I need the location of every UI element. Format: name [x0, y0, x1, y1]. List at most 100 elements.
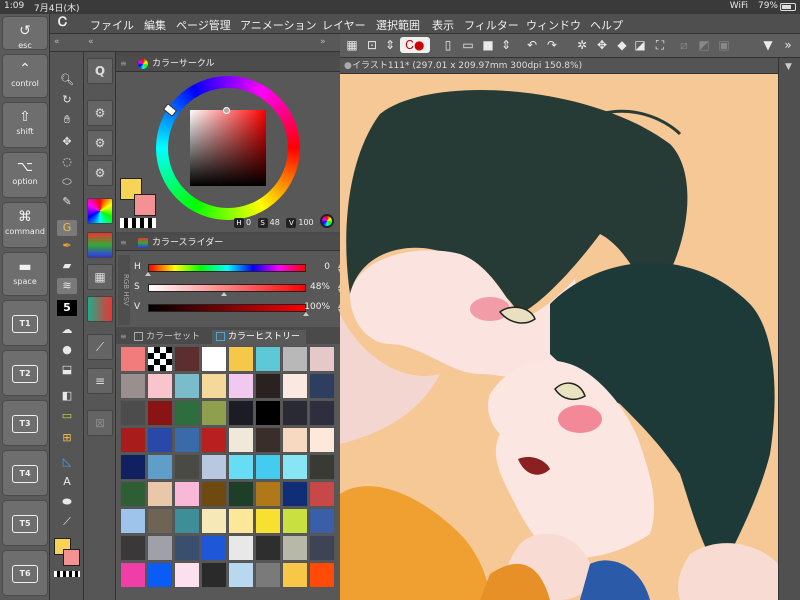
- eraser-tool-icon[interactable]: ▰: [57, 258, 77, 274]
- color-slider-tab-icon[interactable]: [87, 232, 113, 258]
- history-swatch[interactable]: [201, 481, 227, 507]
- history-swatch[interactable]: [282, 373, 308, 399]
- history-swatch[interactable]: [174, 454, 200, 480]
- gradient-tool-icon[interactable]: ◧: [57, 388, 77, 404]
- tab-color-history[interactable]: カラーヒストリー: [212, 330, 307, 344]
- deselect-icon[interactable]: ⧄: [676, 37, 692, 53]
- collapse-left-icon-2[interactable]: «: [88, 37, 94, 47]
- zoom-tool-icon[interactable]: 🔍︎: [57, 72, 77, 88]
- edge-key-t3[interactable]: T3: [2, 400, 48, 446]
- menu-item-8[interactable]: ウィンドウ: [526, 17, 581, 33]
- history-swatch[interactable]: [228, 346, 254, 372]
- history-swatch[interactable]: [255, 481, 281, 507]
- history-swatch[interactable]: [282, 346, 308, 372]
- brush-size-icon[interactable]: ⚙: [87, 160, 113, 186]
- eyedropper-tool-icon[interactable]: ✎: [57, 194, 77, 210]
- clip-logo-button[interactable]: Ꮯ●: [400, 37, 430, 53]
- history-swatch[interactable]: [147, 508, 173, 534]
- slider-thumb[interactable]: [303, 312, 309, 316]
- redo-icon[interactable]: ↷: [544, 37, 560, 53]
- history-swatch[interactable]: [174, 562, 200, 588]
- history-swatch[interactable]: [228, 454, 254, 480]
- hue-ring[interactable]: [156, 76, 300, 220]
- document-tab[interactable]: ● イラスト111* (297.01 x 209.97mm 300dpi 150…: [340, 58, 778, 74]
- hue-cursor[interactable]: [162, 103, 178, 117]
- color-set-tab-icon[interactable]: ▦: [87, 264, 113, 290]
- panel-menu-icon[interactable]: ≡: [120, 56, 127, 72]
- color-circle-title[interactable]: カラーサークル: [152, 56, 215, 72]
- subtool-detail-icon[interactable]: ⚙: [87, 130, 113, 156]
- history-swatch[interactable]: [228, 562, 254, 588]
- slider-track[interactable]: [148, 284, 306, 292]
- material-tab-icon[interactable]: ⊠: [87, 410, 113, 436]
- panel-expand-icon[interactable]: ▼: [785, 62, 792, 72]
- layer-tab-icon[interactable]: ≡: [87, 368, 113, 394]
- circle-sub-color-swatch[interactable]: [134, 194, 156, 216]
- menu-item-7[interactable]: フィルター: [464, 17, 519, 33]
- history-swatch[interactable]: [309, 346, 335, 372]
- history-swatch[interactable]: [120, 454, 146, 480]
- history-swatch[interactable]: [174, 535, 200, 561]
- save-icon[interactable]: ■: [480, 37, 496, 53]
- history-panel-menu-icon[interactable]: ≡: [120, 330, 127, 344]
- slider-s[interactable]: S48%▲▼: [134, 281, 344, 296]
- collapse-right-icon[interactable]: »: [320, 37, 326, 47]
- zoom-spinner-icon[interactable]: ⇕: [382, 37, 398, 53]
- edge-key-command[interactable]: ⌘ command: [2, 202, 48, 248]
- figure-tool-icon[interactable]: ▭: [57, 408, 77, 424]
- history-swatch[interactable]: [201, 508, 227, 534]
- history-swatch[interactable]: [309, 535, 335, 561]
- slider-track[interactable]: [148, 304, 306, 312]
- menu-item-6[interactable]: 表示: [432, 17, 454, 33]
- grid-icon[interactable]: ▦: [344, 37, 360, 53]
- rotate-tool-icon[interactable]: ↻: [57, 92, 77, 108]
- slider-panel-menu-icon[interactable]: ≡: [120, 235, 127, 251]
- history-swatch[interactable]: [174, 427, 200, 453]
- layer-property-icon[interactable]: ⚙: [87, 100, 113, 126]
- history-swatch[interactable]: [228, 535, 254, 561]
- history-swatch[interactable]: [201, 535, 227, 561]
- history-swatch[interactable]: [255, 508, 281, 534]
- edge-key-t4[interactable]: T4: [2, 450, 48, 496]
- sub-color-swatch[interactable]: [63, 549, 80, 566]
- frame-tool-icon[interactable]: ⊞: [57, 430, 77, 446]
- history-swatch[interactable]: [120, 427, 146, 453]
- transparent-color-swatch[interactable]: [54, 571, 80, 577]
- edge-key-t5[interactable]: T5: [2, 500, 48, 546]
- history-swatch[interactable]: [228, 427, 254, 453]
- history-swatch[interactable]: [201, 346, 227, 372]
- select-tool-icon[interactable]: ◌: [57, 154, 77, 170]
- history-swatch[interactable]: [147, 427, 173, 453]
- history-swatch[interactable]: [228, 481, 254, 507]
- edge-key-option[interactable]: ⌥ option: [2, 152, 48, 198]
- history-swatch[interactable]: [174, 373, 200, 399]
- edge-key-t1[interactable]: T1: [2, 300, 48, 346]
- history-swatch[interactable]: [174, 481, 200, 507]
- slider-track[interactable]: [148, 264, 306, 272]
- menu-item-9[interactable]: ヘルプ: [590, 17, 623, 33]
- fit-screen-icon[interactable]: ⊡: [364, 37, 380, 53]
- history-swatch[interactable]: [120, 400, 146, 426]
- history-swatch[interactable]: [309, 562, 335, 588]
- fill-icon[interactable]: ◪: [632, 37, 648, 53]
- saturation-value-square[interactable]: [190, 107, 266, 186]
- slider-h[interactable]: H0▲▼: [134, 261, 344, 276]
- history-swatch[interactable]: [282, 508, 308, 534]
- history-swatch[interactable]: [201, 454, 227, 480]
- history-swatch[interactable]: [120, 373, 146, 399]
- settings-sparkle-icon[interactable]: ✲: [574, 37, 590, 53]
- ruler-tool-icon[interactable]: ◺: [57, 454, 77, 470]
- color-slider-title[interactable]: カラースライダー: [152, 235, 223, 251]
- edge-key-shift[interactable]: ⇧ shift: [2, 102, 48, 148]
- pen-tool-icon[interactable]: G: [57, 220, 77, 236]
- bucket-tool-icon[interactable]: ⬓: [57, 362, 77, 378]
- transform-icon[interactable]: ✥: [594, 37, 610, 53]
- history-swatch[interactable]: [228, 508, 254, 534]
- tab-color-set[interactable]: カラーセット: [130, 330, 206, 344]
- slider-thumb[interactable]: [145, 272, 151, 276]
- select-all-icon[interactable]: ▣: [716, 37, 732, 53]
- edge-key-space[interactable]: ▬ space: [2, 252, 48, 296]
- history-swatch[interactable]: [120, 346, 146, 372]
- history-swatch[interactable]: [282, 400, 308, 426]
- history-swatch[interactable]: [282, 481, 308, 507]
